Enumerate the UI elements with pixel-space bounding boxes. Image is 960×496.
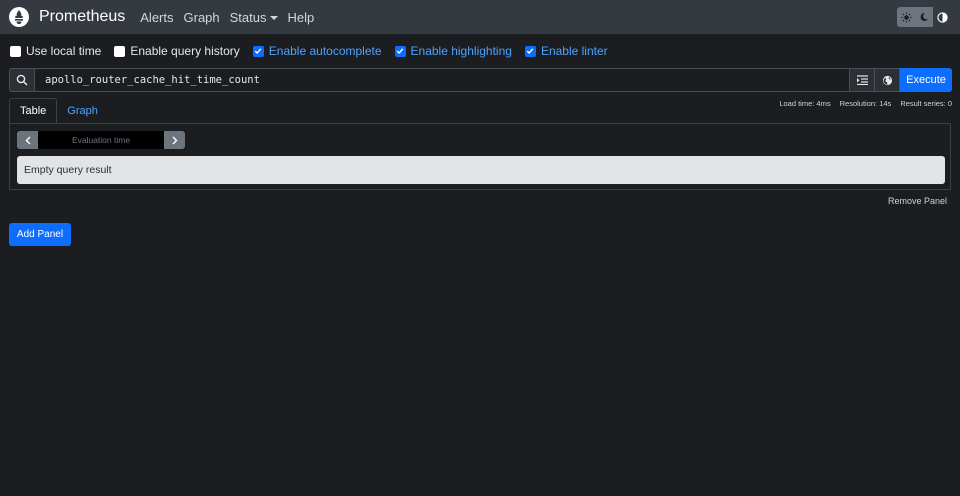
option-label: Use local time (26, 44, 102, 58)
navbar: Prometheus Alerts Graph Status Help (0, 0, 960, 34)
checkbox-unchecked[interactable] (10, 45, 21, 57)
option-label: Enable query history (130, 44, 240, 58)
option-label: Enable linter (540, 44, 608, 58)
chevron-right-icon[interactable] (164, 131, 185, 149)
option-enable-highlighting[interactable]: Enable highlighting (394, 44, 512, 58)
panel-tabs: Table Graph (9, 98, 108, 124)
option-enable-query-history[interactable]: Enable query history (114, 44, 240, 58)
empty-result-alert: Empty query result (17, 156, 945, 184)
brand-title[interactable]: Prometheus (39, 8, 125, 26)
caret-down-icon (269, 15, 278, 20)
option-use-local-time[interactable]: Use local time (10, 44, 101, 58)
evaluation-time-input[interactable]: Evaluation time (38, 131, 164, 149)
checkbox-checked[interactable] (252, 45, 264, 57)
nav-help[interactable]: Help (288, 10, 315, 25)
query-input[interactable]: apollo_router_cache_hit_time_count (34, 68, 850, 92)
checkbox-checked[interactable] (524, 45, 536, 57)
chevron-left-icon[interactable] (17, 131, 38, 149)
nav-status-label: Status (229, 9, 267, 25)
format-query-icon[interactable] (850, 68, 875, 92)
half-circle-icon[interactable] (933, 7, 951, 27)
remove-panel-link[interactable]: Remove Panel (888, 196, 947, 206)
add-panel-button[interactable]: Add Panel (9, 223, 71, 246)
metrics-explorer-globe-icon[interactable] (875, 68, 900, 92)
evaluation-time-control: Evaluation time (17, 131, 185, 149)
query-bar: apollo_router_cache_hit_time_count Execu… (9, 68, 952, 92)
option-label: Enable highlighting (410, 44, 512, 58)
nav-graph[interactable]: Graph (184, 10, 220, 25)
resolution: Resolution: 14s (839, 99, 892, 108)
option-enable-linter[interactable]: Enable linter (524, 44, 608, 58)
option-enable-autocomplete[interactable]: Enable autocomplete (252, 44, 382, 58)
table-panel: Evaluation time Empty query result (9, 123, 951, 190)
theme-toggle-group (897, 7, 951, 27)
search-icon (9, 68, 34, 92)
nav-status-dropdown[interactable]: Status (230, 10, 278, 25)
prometheus-logo-icon[interactable] (9, 7, 29, 27)
result-series: Result series: 0 (900, 99, 952, 108)
tab-table[interactable]: Table (9, 98, 58, 124)
execute-button[interactable]: Execute (900, 68, 952, 92)
sun-icon[interactable] (897, 7, 915, 27)
checkbox-unchecked[interactable] (114, 45, 126, 57)
tab-graph[interactable]: Graph (57, 98, 108, 124)
load-time: Load time: 4ms (779, 99, 831, 108)
moon-icon[interactable] (915, 7, 933, 27)
option-label: Enable autocomplete (268, 44, 382, 58)
query-options: Use local time Enable query history Enab… (10, 44, 621, 58)
query-stats: Load time: 4ms Resolution: 14s Result se… (779, 99, 952, 108)
checkbox-checked[interactable] (394, 45, 406, 57)
nav-alerts[interactable]: Alerts (140, 10, 173, 25)
